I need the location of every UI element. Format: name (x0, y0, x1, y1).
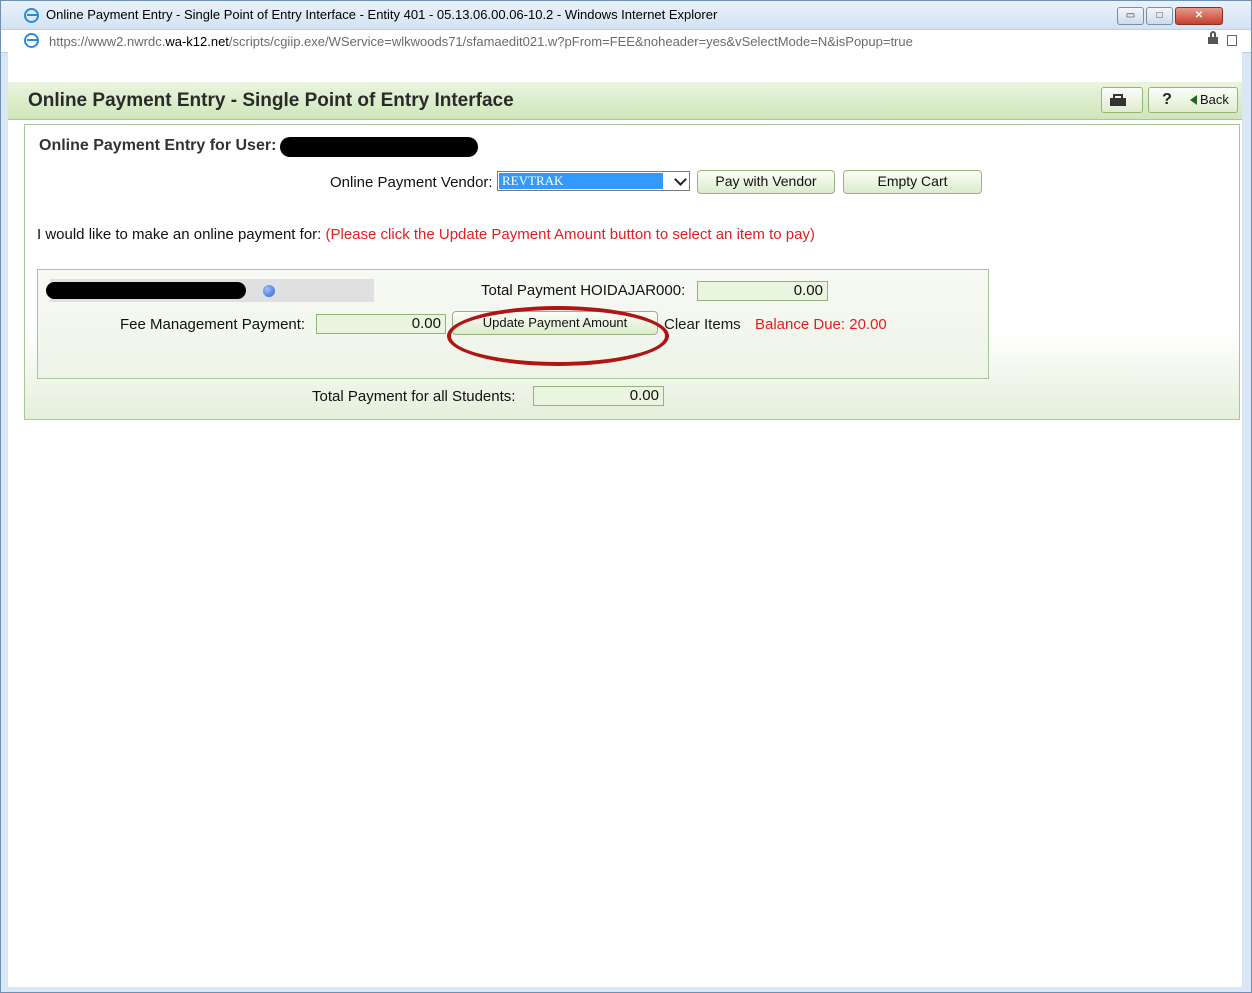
total-payment-label: Total Payment HOIDAJAR000: (481, 282, 686, 299)
annotation-circle (447, 306, 669, 366)
total-all-students-label: Total Payment for all Students: (312, 388, 516, 405)
url-text[interactable]: https://www2.nwrdc.wa-k12.net/scripts/cg… (49, 34, 913, 49)
fee-payment-label: Fee Management Payment: (120, 316, 306, 333)
minimize-button[interactable]: ▭ (1117, 7, 1144, 25)
vendor-label: Online Payment Vendor: (330, 174, 493, 191)
lock-icon[interactable] (1208, 31, 1218, 45)
printer-icon (1110, 94, 1126, 106)
redacted-username (280, 137, 478, 157)
intro-instruction: (Please click the Update Payment Amount … (325, 226, 815, 243)
empty-cart-button[interactable]: Empty Cart (843, 170, 982, 194)
redacted-student-name (46, 282, 246, 299)
help-back-group: ? Back (1148, 87, 1238, 113)
compatibility-view-icon[interactable] (1227, 35, 1237, 46)
pay-with-vendor-button[interactable]: Pay with Vendor (697, 170, 835, 194)
panel-title: Online Payment Entry for User: (39, 137, 277, 154)
payment-panel: Online Payment Entry for User: Online Pa… (24, 124, 1240, 420)
title-bar: Online Payment Entry - Single Point of E… (1, 1, 1251, 29)
maximize-button[interactable]: □ (1146, 7, 1173, 25)
total-payment-field: 0.00 (697, 281, 828, 301)
intro-text: I would like to make an online payment f… (37, 226, 815, 243)
page-icon (24, 33, 39, 48)
total-all-students-field: 0.00 (533, 386, 664, 406)
back-label: Back (1200, 92, 1229, 107)
back-arrow-icon (1190, 95, 1197, 105)
page-title: Online Payment Entry - Single Point of E… (28, 90, 514, 111)
student-name-bar (46, 279, 374, 302)
print-button[interactable] (1101, 87, 1143, 113)
back-button[interactable]: Back (1185, 88, 1237, 112)
balance-due: Balance Due: 20.00 (755, 316, 887, 333)
address-bar[interactable]: https://www2.nwrdc.wa-k12.net/scripts/cg… (1, 29, 1251, 53)
window-title: Online Payment Entry - Single Point of E… (46, 7, 718, 22)
vendor-selected-value: REVTRAK (499, 173, 663, 189)
help-button[interactable]: ? (1159, 91, 1175, 109)
ie-logo-icon (24, 8, 39, 23)
fee-payment-field[interactable]: 0.00 (316, 314, 446, 334)
vendor-select[interactable]: REVTRAK (497, 171, 690, 191)
page-header: Online Payment Entry - Single Point of E… (8, 82, 1242, 120)
chevron-down-icon (674, 173, 687, 186)
info-icon[interactable] (263, 285, 275, 297)
clear-items-link[interactable]: Clear Items (664, 316, 741, 333)
close-button[interactable]: ✕ (1175, 7, 1223, 25)
